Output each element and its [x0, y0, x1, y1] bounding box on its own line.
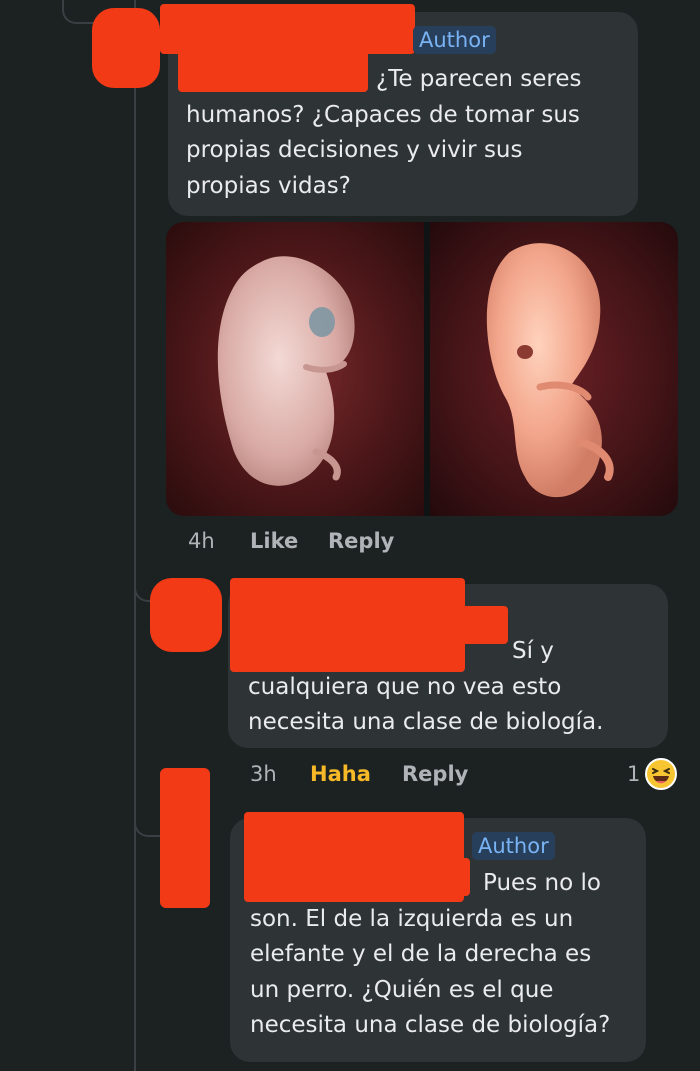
comment-text: Sí y cualquiera que no vea esto necesita…	[248, 638, 604, 735]
reaction-count[interactable]: 1	[627, 762, 640, 786]
comment-image[interactable]	[166, 222, 678, 516]
laughing-face-emoji-icon[interactable]	[645, 758, 677, 790]
haha-reaction-button[interactable]: Haha	[310, 762, 371, 786]
like-button[interactable]: Like	[250, 529, 298, 553]
reply-button[interactable]: Reply	[328, 529, 394, 553]
redacted-avatar	[92, 8, 160, 88]
embryo-right-photo	[430, 222, 678, 516]
redacted-author-name	[160, 4, 415, 54]
comment-timestamp: 3h	[250, 762, 277, 786]
author-badge: Author	[413, 26, 496, 54]
reply-button[interactable]: Reply	[402, 762, 468, 786]
comment-timestamp: 4h	[188, 529, 215, 553]
redacted-avatar	[150, 578, 222, 652]
thread-line-main	[134, 0, 136, 1071]
comment-text: Pues no lo son. El de la izquierda es un…	[250, 870, 611, 1038]
redacted-avatar	[160, 768, 210, 908]
comment-text: ¿Te parecen seres humanos? ¿Capaces de t…	[186, 66, 582, 199]
embryo-left-photo	[166, 222, 424, 516]
author-badge: Author	[472, 832, 555, 860]
